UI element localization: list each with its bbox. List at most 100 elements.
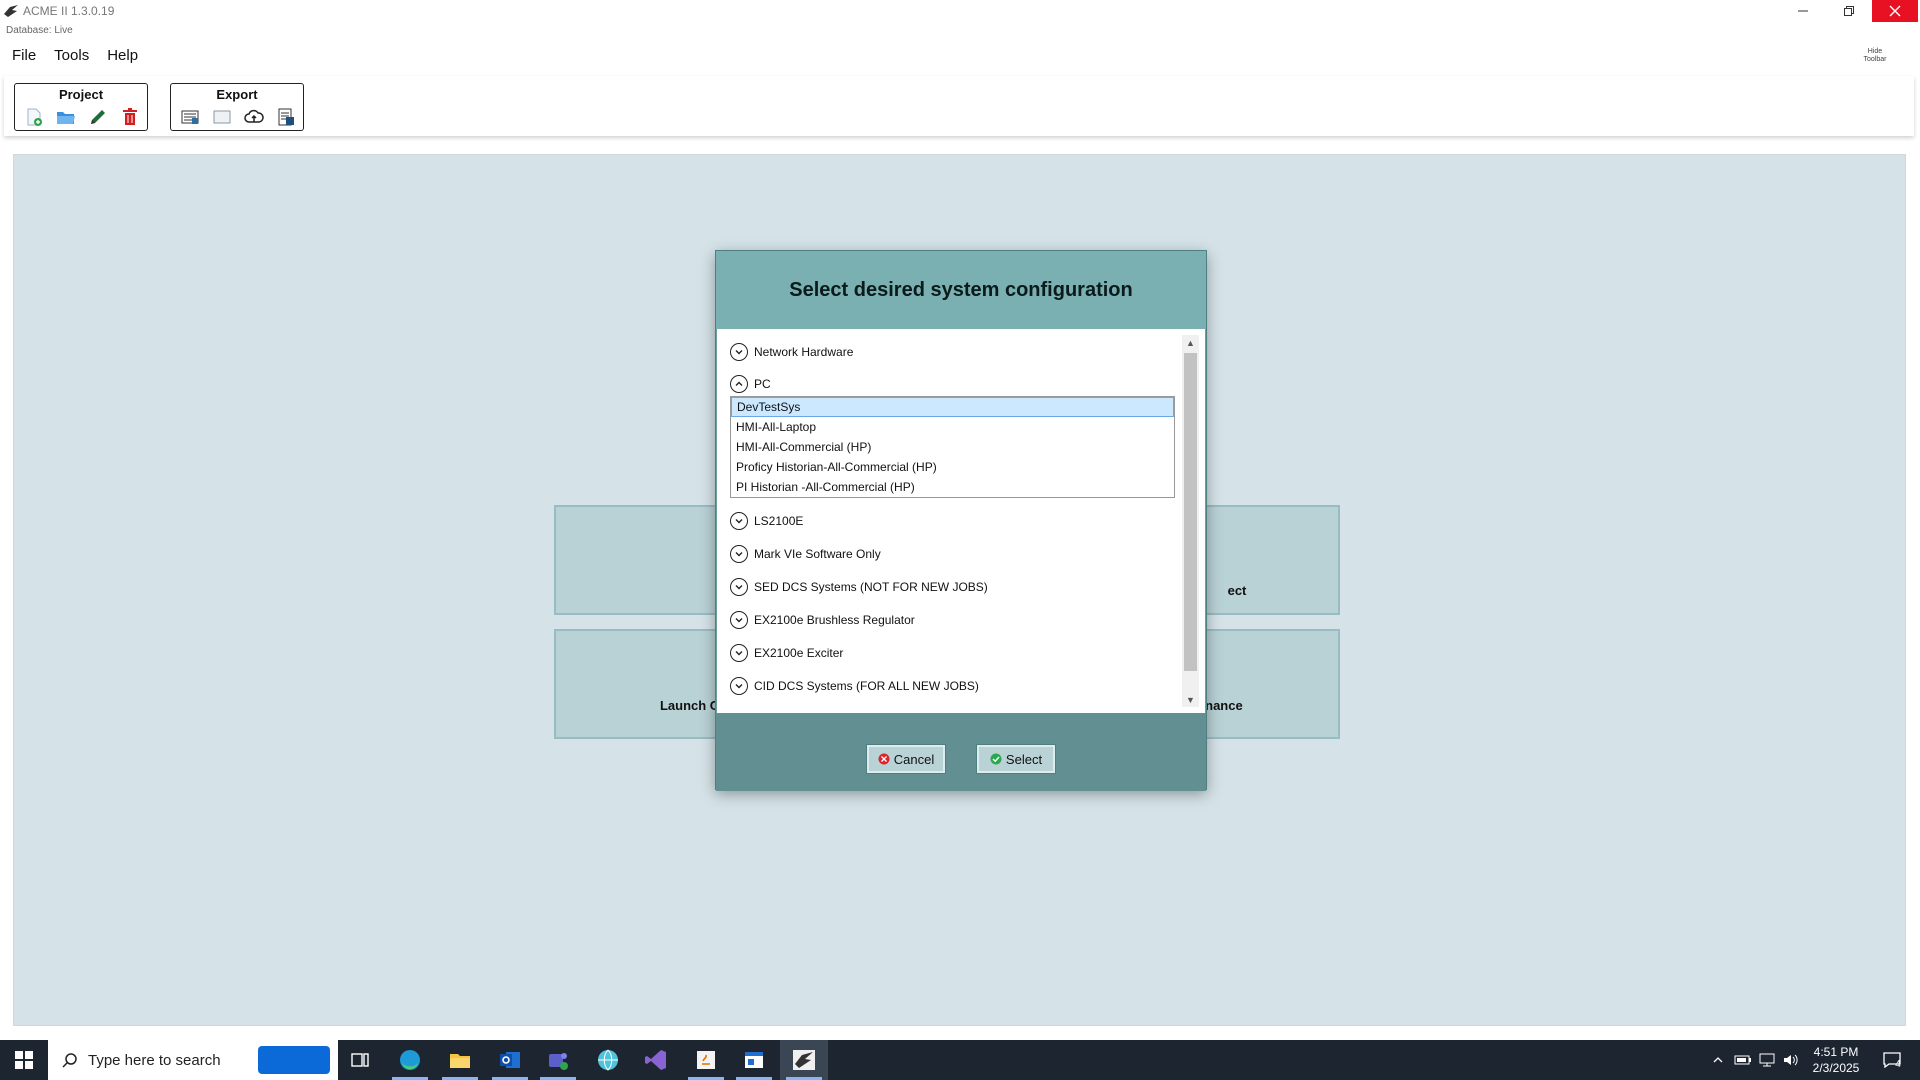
start-button[interactable] [0,1040,48,1080]
tile-label: ect [1227,582,1247,598]
export-blank-icon[interactable] [211,106,233,128]
windows-icon [15,1051,33,1069]
list-item-devtestsys[interactable]: DevTestSys [731,397,1174,417]
project-group-title: Project [58,87,104,102]
cancel-button[interactable]: Cancel [866,744,946,774]
category-label: CID DCS Systems (FOR ALL NEW JOBS) [754,679,979,693]
dialog-footer [716,713,1206,791]
category-label: SED DCS Systems (NOT FOR NEW JOBS) [754,580,988,594]
chevron-down-icon[interactable] [730,644,748,662]
chevron-down-icon[interactable] [730,545,748,563]
category-network-hardware[interactable]: Network Hardware [730,341,853,363]
chevron-down-icon[interactable] [730,677,748,695]
project-group: Project [14,83,148,131]
category-label: LS2100E [754,514,804,528]
menu-tools[interactable]: Tools [48,45,95,67]
delete-trash-icon[interactable] [119,106,141,128]
taskbar: Type here to search 4:51 PM 2/3/2025 4 [0,1040,1920,1080]
java-app-icon[interactable] [682,1040,730,1080]
chevron-down-icon[interactable] [730,611,748,629]
export-group-title: Export [216,87,258,102]
hide-toolbar-line1: Hide [1867,48,1883,55]
list-item[interactable]: Proficy Historian-All-Commercial (HP) [731,457,1174,477]
file-explorer-icon[interactable] [436,1040,484,1080]
battery-icon[interactable] [1732,1040,1754,1080]
cancel-icon [878,753,890,765]
acme-app-icon[interactable] [780,1040,828,1080]
export-group: Export [170,83,304,131]
notification-count: 4 [1895,1058,1901,1070]
edit-pencil-icon[interactable] [87,106,109,128]
clock-time: 4:51 PM [1813,1045,1859,1059]
search-highlight-widget[interactable] [258,1046,330,1074]
category-sed-dcs[interactable]: SED DCS Systems (NOT FOR NEW JOBS) [730,576,988,598]
export-document-icon[interactable] [179,106,201,128]
hide-toolbar-button[interactable]: Hide Toolbar [1857,48,1893,64]
dialog-title: Select desired system configuration [789,278,1133,301]
list-item[interactable]: HMI-All-Commercial (HP) [731,437,1174,457]
app-logo-icon [4,5,18,17]
category-ex2100e-exciter[interactable]: EX2100e Exciter [730,642,843,664]
teams-icon[interactable] [534,1040,582,1080]
window-app-icon[interactable] [730,1040,778,1080]
chevron-down-icon[interactable] [730,512,748,530]
volume-icon[interactable] [1780,1040,1802,1080]
restore-icon [1844,6,1854,16]
pc-config-list: DevTestSys HMI-All-Laptop HMI-All-Commer… [730,396,1175,498]
taskbar-search[interactable]: Type here to search [48,1040,338,1080]
show-hidden-icons[interactable] [1708,1040,1728,1080]
menu-file[interactable]: File [6,45,42,67]
notification-center[interactable]: 4 [1874,1040,1910,1080]
clock-date: 2/3/2025 [1812,1061,1860,1075]
export-file-icon[interactable] [275,106,297,128]
title-bar: ACME II 1.3.0.19 [0,0,1920,22]
select-button[interactable]: Select [976,744,1056,774]
list-item[interactable]: PI Historian -All-Commercial (HP) [731,477,1174,497]
dialog-header: Select desired system configuration [716,251,1206,329]
category-ls2100e[interactable]: LS2100E [730,510,803,532]
globe-app-icon[interactable] [584,1040,632,1080]
chevron-down-icon[interactable] [730,578,748,596]
visual-studio-icon[interactable] [632,1040,680,1080]
outlook-icon[interactable] [486,1040,534,1080]
database-label: Database: Live [6,25,73,36]
search-placeholder: Type here to search [88,1051,221,1069]
new-project-icon[interactable] [23,106,45,128]
category-label: Mark VIe Software Only [754,547,881,561]
minimize-icon [1798,10,1808,12]
search-icon [62,1053,77,1068]
chevron-up-icon[interactable] [730,375,748,393]
category-mark-vie[interactable]: Mark VIe Software Only [730,543,881,565]
edge-browser-icon[interactable] [386,1040,434,1080]
category-cid-dcs[interactable]: CID DCS Systems (FOR ALL NEW JOBS) [730,675,979,697]
hide-toolbar-line2: Toolbar [1863,56,1887,63]
select-label: Select [1005,751,1043,767]
open-folder-icon[interactable] [55,106,77,128]
chevron-down-icon[interactable] [730,343,748,361]
menu-help[interactable]: Help [101,45,144,67]
network-icon[interactable] [1756,1040,1778,1080]
check-icon [990,753,1002,765]
scroll-thumb[interactable] [1184,353,1197,671]
category-pc[interactable]: PC [730,373,771,395]
close-button[interactable] [1872,0,1918,22]
cancel-label: Cancel [893,751,935,767]
close-icon [1889,5,1901,17]
scroll-up-icon[interactable]: ▲ [1182,335,1199,350]
cloud-upload-icon[interactable] [243,106,265,128]
category-label: EX2100e Exciter [754,646,844,660]
window-title: ACME II 1.3.0.19 [23,4,115,18]
category-label: Network Hardware [754,345,854,359]
task-view-icon[interactable] [336,1040,384,1080]
scroll-down-icon[interactable]: ▼ [1182,692,1199,707]
vertical-scrollbar[interactable]: ▲ ▼ [1182,335,1199,707]
category-ex2100e-regulator[interactable]: EX2100e Brushless Regulator [730,609,915,631]
toolbar: Project Export [4,76,1914,136]
category-label: PC [754,377,771,391]
list-item[interactable]: HMI-All-Laptop [731,417,1174,437]
restore-button[interactable] [1826,0,1872,22]
minimize-button[interactable] [1780,0,1826,22]
taskbar-clock[interactable]: 4:51 PM 2/3/2025 [1806,1044,1866,1076]
category-label: EX2100e Brushless Regulator [754,613,915,627]
menu-bar: File Tools Help [0,45,144,67]
